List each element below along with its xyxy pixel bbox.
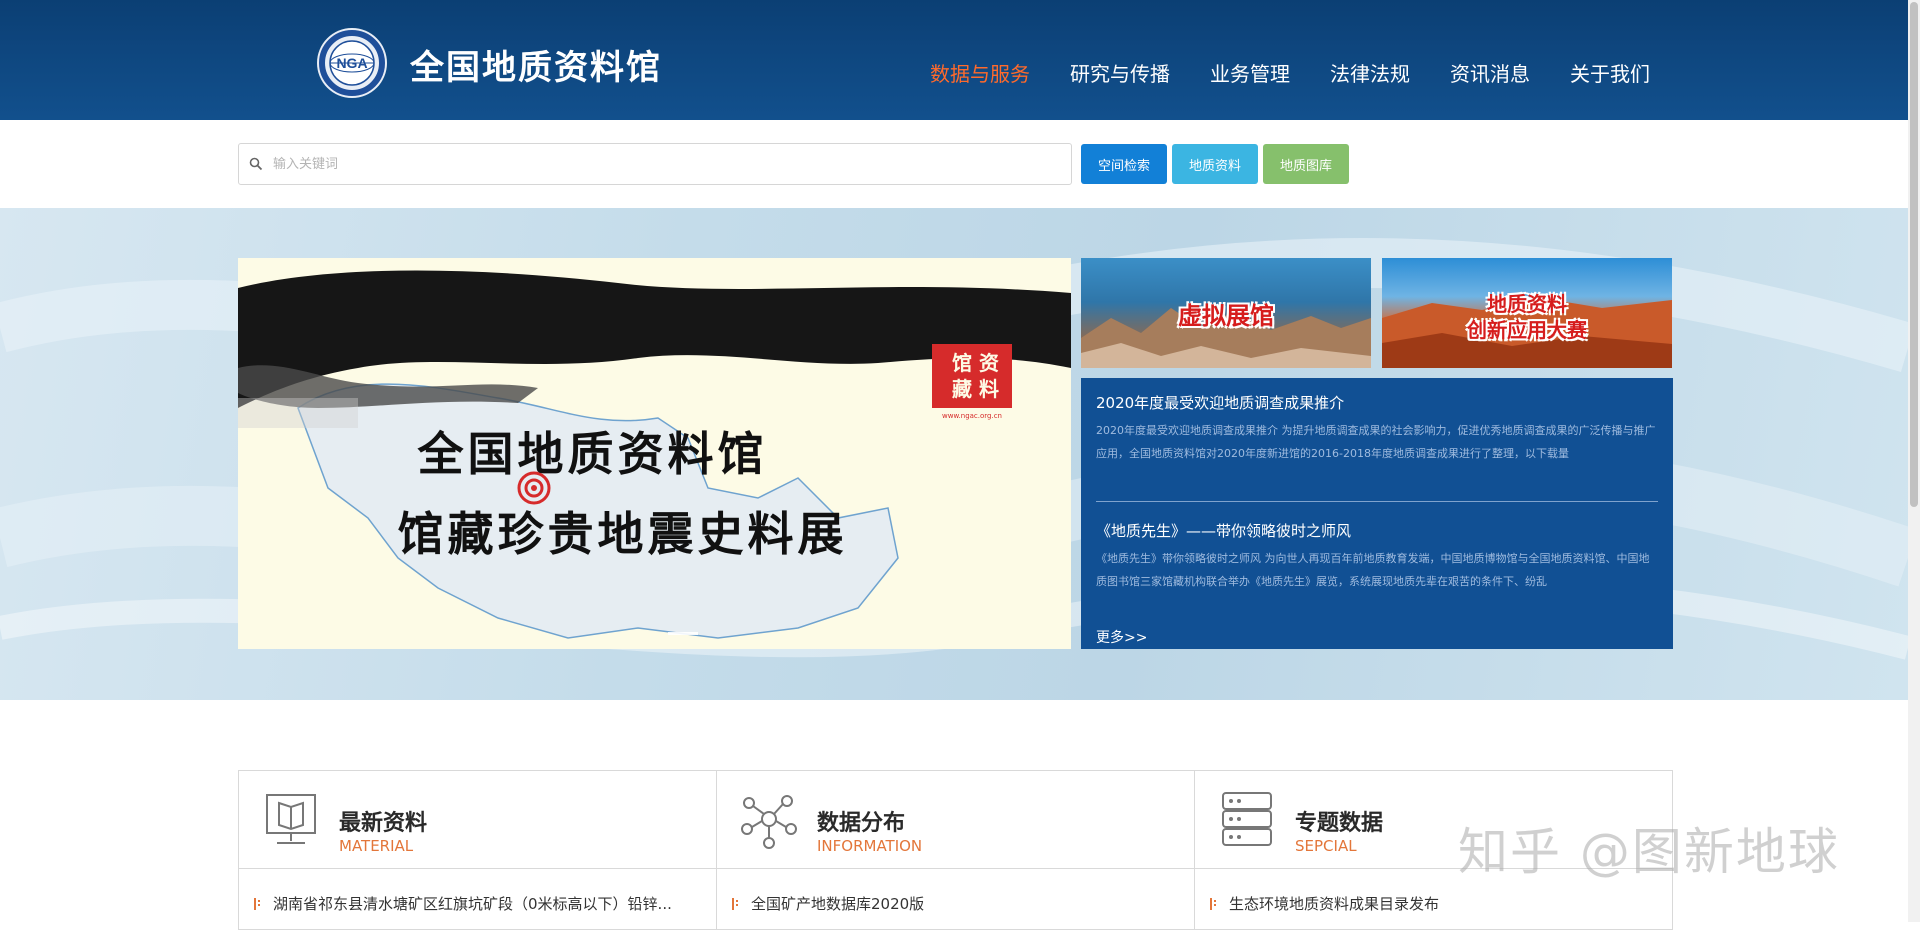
list-item[interactable]: 湖南省祁东县清水塘矿区红旗坑矿段（0米标高以下）铅锌... (253, 893, 672, 914)
geo-data-button[interactable]: 地质资料 (1172, 144, 1258, 184)
spatial-search-button[interactable]: 空间检索 (1081, 144, 1167, 184)
main-banner-slide[interactable]: 馆 资 藏 料 www.ngac.org.cn 全国地质资料馆 馆藏珍贵地震史料… (238, 258, 1071, 649)
search-icon (249, 157, 263, 171)
news-divider (1096, 501, 1658, 502)
main-nav: 数据与服务 研究与传播 业务管理 法律法规 资讯消息 关于我们 (930, 58, 1690, 87)
card-latest-material: 最新资料 MATERIAL 湖南省祁东县清水塘矿区红旗坑矿段（0米标高以下）铅锌… (239, 771, 717, 929)
news-title[interactable]: 《地质先生》——带你领略彼时之师风 (1096, 520, 1658, 541)
banner-title-line1: 全国地质资料馆 (417, 427, 768, 481)
network-nodes-icon (741, 795, 797, 849)
innovation-contest-banner[interactable]: 地质资料 创新应用大赛 (1382, 258, 1672, 368)
news-title[interactable]: 2020年度最受欢迎地质调查成果推介 (1096, 392, 1658, 413)
list-item[interactable]: 生态环境地质资料成果目录发布 (1209, 893, 1439, 914)
card-subtitle: MATERIAL (339, 837, 414, 855)
server-icon (1222, 792, 1272, 846)
watermark: 知乎 @图新地球 (1458, 823, 1840, 881)
news-summary: 2020年度最受欢迎地质调查成果推介 为提升地质调查成果的社会影响力，促进优秀地… (1096, 424, 1656, 460)
bullet-icon (1210, 897, 1216, 910)
svg-text:馆 资: 馆 资 (952, 351, 999, 375)
list-item-text: 湖南省祁东县清水塘矿区红旗坑矿段（0米标高以下）铅锌... (273, 895, 672, 913)
contest-label-line2: 创新应用大赛 (1467, 318, 1587, 342)
bullet-icon (732, 897, 738, 910)
site-header: NGA 全国地质资料馆 数据与服务 研究与传播 业务管理 法律法规 资讯消息 关… (0, 0, 1908, 120)
book-board-icon (266, 794, 316, 844)
site-title[interactable]: 全国地质资料馆 (410, 40, 662, 89)
news-summary: 《地质先生》带你领略彼时之师风 为向世人再现百年前地质教育发端，中国地质博物馆与… (1096, 552, 1650, 588)
nav-research[interactable]: 研究与传播 (1070, 58, 1170, 87)
card-subtitle: SEPCIAL (1295, 837, 1357, 855)
search-input[interactable] (271, 155, 1051, 173)
card-data-distribution: 数据分布 INFORMATION 全国矿产地数据库2020版 (717, 771, 1195, 929)
page-scrollbar[interactable] (1908, 0, 1920, 922)
card-title: 数据分布 (817, 811, 906, 836)
nav-laws[interactable]: 法律法规 (1330, 58, 1410, 87)
nav-business[interactable]: 业务管理 (1210, 58, 1290, 87)
card-title: 专题数据 (1295, 811, 1384, 836)
nav-about[interactable]: 关于我们 (1570, 58, 1650, 87)
list-item-text: 全国矿产地数据库2020版 (751, 895, 925, 913)
list-item-text: 生态环境地质资料成果目录发布 (1229, 895, 1440, 913)
svg-text:NGA: NGA (336, 55, 367, 71)
more-news-link[interactable]: 更多>> (1096, 627, 1147, 647)
nga-logo-icon[interactable]: NGA (316, 27, 388, 99)
list-item[interactable]: 全国矿产地数据库2020版 (731, 893, 924, 914)
virtual-exhibition-banner[interactable]: 虚拟展馆 (1081, 258, 1371, 368)
news-panel: 2020年度最受欢迎地质调查成果推介 2020年度最受欢迎地质调查成果推介 为提… (1081, 378, 1673, 649)
search-bar (238, 143, 1072, 185)
card-subtitle: INFORMATION (817, 837, 923, 855)
card-header[interactable]: 数据分布 INFORMATION (717, 771, 1194, 869)
svg-text:藏 料: 藏 料 (952, 377, 999, 401)
scrollbar-thumb[interactable] (1910, 2, 1918, 507)
card-title: 最新资料 (339, 811, 428, 836)
bullet-icon (254, 897, 260, 910)
banner-title-line2: 馆藏珍贵地震史料展 (397, 507, 848, 561)
nav-news[interactable]: 资讯消息 (1450, 58, 1530, 87)
nav-data-services[interactable]: 数据与服务 (930, 58, 1030, 87)
card-header[interactable]: 最新资料 MATERIAL (239, 771, 716, 869)
geo-map-library-button[interactable]: 地质图库 (1263, 144, 1349, 184)
contest-label-line1: 地质资料 (1487, 292, 1567, 316)
virtual-exhibition-label: 虚拟展馆 (1178, 302, 1274, 330)
